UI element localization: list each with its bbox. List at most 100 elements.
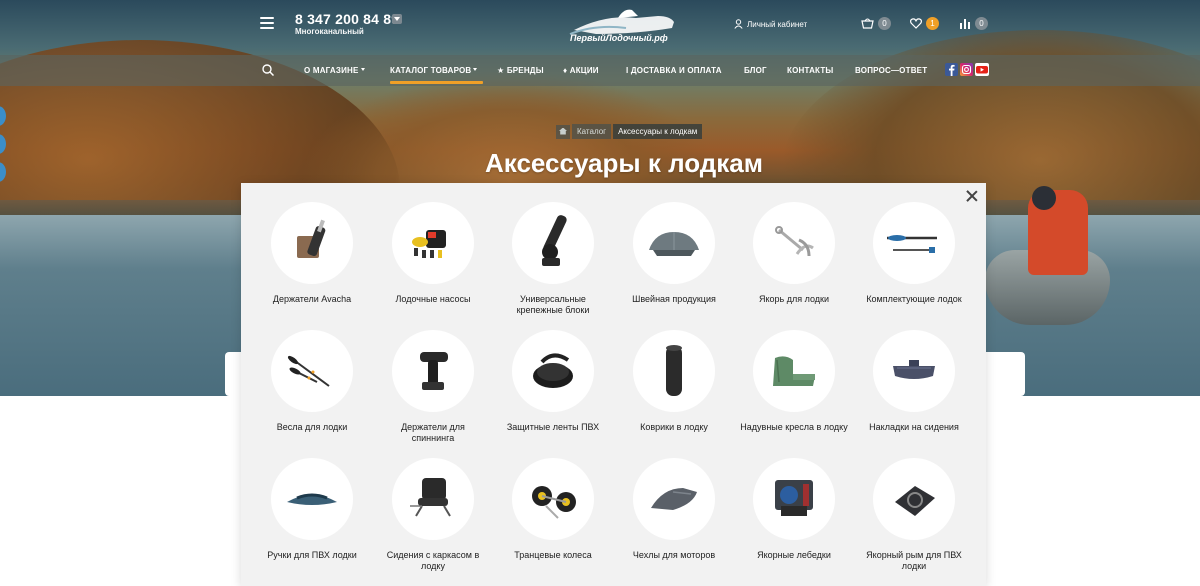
seat-pad-icon: [893, 360, 935, 379]
cart-icon: [861, 18, 874, 29]
category-tile[interactable]: Надувные кресла в лодку: [734, 330, 854, 433]
category-image: [392, 202, 474, 284]
frame-seat-icon: [410, 478, 451, 517]
transom-wheels-icon: [532, 486, 576, 519]
category-tile[interactable]: Швейная продукция: [614, 202, 734, 305]
category-image: [271, 330, 353, 412]
fire-icon: ♦: [563, 66, 568, 75]
account-link[interactable]: Личный кабинет: [734, 19, 807, 29]
motor-cover-icon: [651, 488, 697, 510]
category-tile[interactable]: Якорные лебедки: [734, 458, 854, 561]
category-tile[interactable]: Якорь для лодки: [734, 202, 854, 305]
category-image: [873, 330, 955, 412]
winch-icon: [775, 480, 813, 516]
anchor-icon: [775, 226, 814, 257]
category-image: [633, 458, 715, 540]
facebook-icon[interactable]: [945, 63, 958, 76]
spinning-holder-icon: [420, 352, 448, 390]
category-tile[interactable]: Универсальные крепежные блоки: [493, 202, 613, 315]
phone-subtitle: Многоканальный: [295, 27, 364, 36]
compare-count-badge: 0: [975, 17, 988, 30]
nav-faq[interactable]: Вопрос—ответ: [855, 66, 927, 75]
close-icon[interactable]: [966, 190, 978, 202]
category-image: [633, 330, 715, 412]
category-image: [753, 202, 835, 284]
category-tile[interactable]: Держатели для спиннинга: [373, 330, 493, 443]
info-icon: i: [626, 66, 629, 75]
main-nav: О магазине Каталог товаров ★ Бренды ♦ Ак…: [0, 55, 1200, 86]
category-tile[interactable]: Сидения с каркасом в лодку: [373, 458, 493, 571]
breadcrumb: Каталог Аксессуары к лодкам: [556, 124, 704, 139]
chevron-down-icon: [473, 68, 478, 71]
compare-button[interactable]: 0: [959, 17, 988, 30]
category-label: Накладки на сидения: [869, 422, 959, 432]
fisherman-head: [1032, 186, 1056, 210]
category-image: [512, 202, 594, 284]
category-tile[interactable]: Держатели Avacha: [252, 202, 372, 305]
nav-blog[interactable]: Блог: [744, 66, 767, 75]
search-icon[interactable]: [262, 64, 274, 76]
nav-promotions[interactable]: ♦ Акции: [563, 66, 599, 75]
category-label: Универсальные крепежные блоки: [516, 294, 590, 315]
category-tile[interactable]: Ручки для ПВХ лодки: [252, 458, 372, 561]
category-label: Лодочные насосы: [395, 294, 471, 304]
phone-dropdown-icon[interactable]: [392, 14, 402, 24]
category-tile[interactable]: Коврики в лодку: [614, 330, 734, 433]
category-image: [271, 202, 353, 284]
nav-contacts[interactable]: Контакты: [787, 66, 833, 75]
category-tile[interactable]: Якорный рым для ПВХ лодки: [854, 458, 974, 571]
category-image: [392, 330, 474, 412]
tape-roll-icon: [533, 353, 573, 388]
category-label: Ручки для ПВХ лодки: [267, 550, 357, 560]
category-image: [633, 202, 715, 284]
pump-icon: [412, 230, 446, 258]
category-tile[interactable]: Комплектующие лодок: [854, 202, 974, 305]
logo-text[interactable]: ПервыйЛодочный.рф: [570, 33, 668, 43]
cart-count-badge: 0: [878, 17, 891, 30]
compare-chart-icon: [960, 19, 970, 29]
heart-icon: [910, 18, 922, 29]
category-label: Якорь для лодки: [759, 294, 829, 304]
home-icon[interactable]: [556, 124, 570, 139]
handle-icon: [287, 493, 337, 505]
category-image: [512, 458, 594, 540]
nav-delivery[interactable]: i Доставка и оплата: [626, 66, 722, 75]
category-image: [753, 330, 835, 412]
cart-button[interactable]: 0: [861, 17, 891, 30]
instagram-icon[interactable]: [960, 63, 973, 76]
category-image: [392, 458, 474, 540]
category-tile[interactable]: Весла для лодки: [252, 330, 372, 433]
tent-icon: [649, 232, 699, 256]
category-image: [271, 458, 353, 540]
star-icon: ★: [497, 66, 505, 75]
breadcrumb-catalog[interactable]: Каталог: [572, 124, 612, 139]
mat-roll-icon: [666, 345, 682, 396]
category-tile[interactable]: Лодочные насосы: [373, 202, 493, 305]
category-label: Чехлы для моторов: [632, 550, 716, 560]
nav-brands[interactable]: ★ Бренды: [497, 66, 544, 75]
category-label: Сидения с каркасом в лодку: [386, 550, 480, 571]
oars-icon: [287, 355, 330, 387]
nav-about[interactable]: О магазине: [304, 66, 365, 75]
category-label: Якорные лебедки: [757, 550, 831, 560]
header: 8 347 200 84 89 Многоканальный ПервыйЛод…: [0, 0, 1200, 55]
inflatable-seat-icon: [773, 356, 815, 386]
oar-part-icon: [887, 235, 937, 253]
category-image: [512, 330, 594, 412]
category-image: [873, 458, 955, 540]
category-label: Весла для лодки: [276, 422, 348, 432]
category-image: [753, 458, 835, 540]
category-tile[interactable]: Транцевые колеса: [493, 458, 613, 561]
youtube-icon[interactable]: [975, 63, 989, 76]
breadcrumb-current: Аксессуары к лодкам: [613, 124, 703, 139]
category-tile[interactable]: Защитные ленты ПВХ: [493, 330, 613, 433]
category-tile[interactable]: Накладки на сидения: [854, 330, 974, 433]
nav-catalog[interactable]: Каталог товаров: [390, 66, 484, 84]
menu-burger-icon[interactable]: [260, 17, 274, 29]
category-label: Транцевые колеса: [514, 550, 592, 560]
favorites-button[interactable]: 1: [910, 17, 939, 30]
phone-number[interactable]: 8 347 200 84 89: [295, 11, 399, 27]
category-label: Защитные ленты ПВХ: [506, 422, 600, 432]
category-tile[interactable]: Чехлы для моторов: [614, 458, 734, 561]
user-icon: [734, 19, 743, 29]
